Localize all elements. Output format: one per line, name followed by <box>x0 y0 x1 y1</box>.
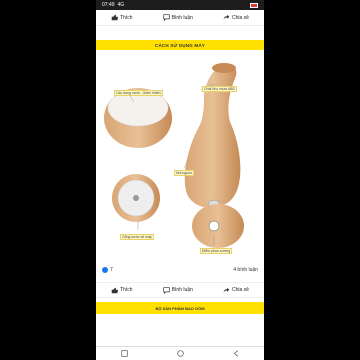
like-button[interactable]: Thích <box>111 287 133 294</box>
label-water-level: Điểm phun sương <box>200 248 233 254</box>
reaction-summary[interactable]: 7 <box>102 267 113 273</box>
vase-top <box>212 63 236 73</box>
comment-count[interactable]: 4 bình luận <box>233 267 258 273</box>
clock: 07:49 <box>102 2 115 8</box>
bottom-action-bar: Thích Bình luận Chia sẻ <box>96 282 264 298</box>
comment-label: Bình luận <box>171 14 193 21</box>
like-button[interactable]: Thích <box>111 14 133 21</box>
recents-button[interactable] <box>120 350 128 358</box>
back-button[interactable] <box>232 350 240 358</box>
like-label: Thích <box>120 287 133 293</box>
thumbs-up-icon <box>111 14 119 21</box>
label-base-cover: Các dụng nước - thiên nhiên <box>114 90 163 96</box>
home-button[interactable] <box>176 350 184 358</box>
next-post-banner: BỘ SẢN PHẨM BAO GỒM <box>96 302 264 314</box>
product-image[interactable]: Chất liệu nhựa ABS Các dụng nước - thiên… <box>96 50 264 260</box>
product-illustration <box>104 63 244 248</box>
like-count: 7 <box>110 267 113 273</box>
like-reaction-icon <box>102 267 108 273</box>
battery-icon <box>250 2 258 8</box>
comment-icon <box>163 14 170 21</box>
status-bar: 07:49 4G <box>96 0 264 10</box>
thumbs-up-icon <box>111 287 119 293</box>
home-icon <box>176 350 184 357</box>
post-content: CÁCH SỬ DỤNG MÁY Chất liệu nhựa ABS Các … <box>96 26 264 264</box>
share-button[interactable]: Chia sẻ <box>223 14 249 21</box>
share-icon <box>223 287 230 293</box>
label-lid: Chất liệu nhựa ABS <box>202 86 237 92</box>
share-label: Chia sẻ <box>231 14 249 21</box>
signal-label: 4G <box>117 2 125 8</box>
top-action-bar: Thích Bình luận Chia sẻ <box>96 10 264 26</box>
like-label: Thích <box>120 14 133 21</box>
comment-icon <box>163 286 170 294</box>
recents-icon <box>120 350 128 357</box>
share-icon <box>223 14 230 20</box>
back-icon <box>233 350 238 357</box>
system-nav-bar <box>96 346 264 360</box>
share-label: Chia sẻ <box>231 287 249 293</box>
post-banner: CÁCH SỬ DỤNG MÁY <box>96 40 264 50</box>
share-button[interactable]: Chia sẻ <box>223 287 249 294</box>
comment-button[interactable]: Bình luận <box>163 286 193 294</box>
label-power: Nút nguồn <box>174 170 195 176</box>
vase-mist-outlet <box>208 220 220 232</box>
comment-button[interactable]: Bình luận <box>163 14 193 21</box>
label-bottom: Cổng nước về máy <box>120 234 154 240</box>
bottom-port <box>133 195 139 201</box>
phone-screen: 07:49 4G Thích Bình luận Chia sẻ CÁCH SỬ… <box>96 0 264 360</box>
comment-label: Bình luận <box>171 287 193 293</box>
post-meta: 7 4 bình luận <box>96 264 264 276</box>
